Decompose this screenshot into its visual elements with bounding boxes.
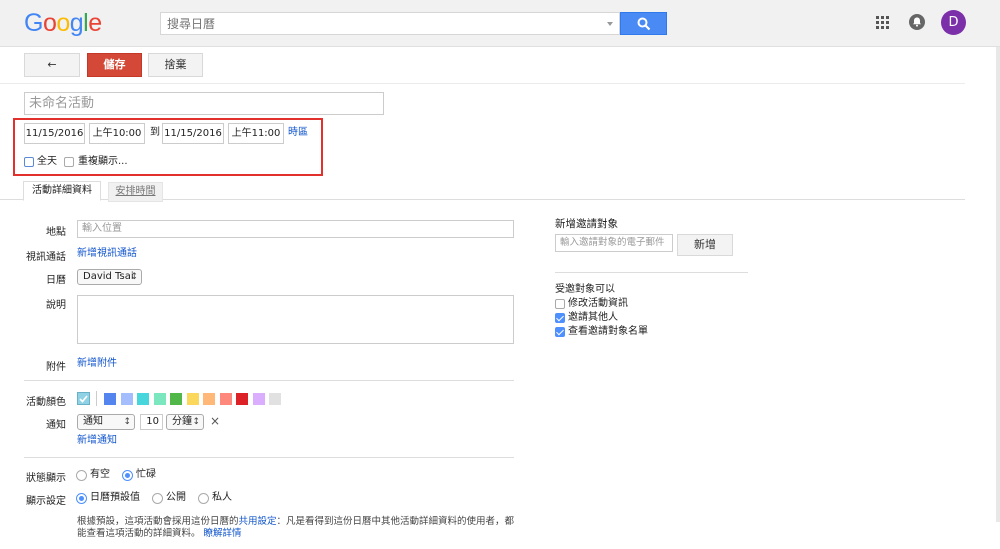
visibility-default-radio[interactable] — [76, 493, 87, 504]
visibility-note-line2: 能查看這項活動的詳細資料。 瞭解詳情 — [77, 527, 242, 541]
color-swatch[interactable] — [186, 393, 199, 405]
to-label: 到 — [150, 127, 160, 138]
bell-icon — [913, 17, 921, 27]
default-color-swatch[interactable] — [77, 392, 90, 405]
calendar-label: 日曆 — [46, 275, 66, 286]
divider — [555, 272, 748, 273]
tab-event-details[interactable]: 活動詳細資料 — [23, 181, 101, 201]
color-swatch[interactable] — [153, 393, 166, 405]
visibility-private-label: 私人 — [212, 492, 232, 503]
end-date-field[interactable]: 11/15/2016 — [162, 123, 224, 144]
video-call-label: 視訊通話 — [26, 252, 66, 263]
guest-email-input[interactable]: 輸入邀請對象的電子郵件 — [555, 234, 673, 252]
visibility-private-radio[interactable] — [198, 493, 209, 504]
apps-grid-icon[interactable] — [876, 16, 889, 29]
description-label: 說明 — [46, 300, 66, 311]
chevron-down-icon[interactable] — [607, 22, 613, 26]
repeat-checkbox[interactable] — [64, 157, 74, 167]
color-swatch[interactable] — [104, 393, 116, 405]
search-icon — [637, 17, 651, 31]
google-logo[interactable]: Google — [24, 9, 102, 38]
timezone-link[interactable]: 時區 — [288, 126, 308, 140]
perm-invite-label: 邀請其他人 — [568, 312, 618, 323]
end-time-field[interactable]: 上午11:00 — [228, 123, 284, 144]
search-box[interactable] — [160, 12, 620, 35]
visibility-note-text: 根據預設，這項活動會採用這份日曆的 — [77, 516, 239, 527]
color-swatch[interactable] — [219, 393, 232, 405]
repeat-label: 重複顯示... — [78, 156, 128, 167]
reminder-label: 通知 — [46, 420, 66, 431]
status-busy-label: 忙碌 — [136, 469, 156, 480]
location-input[interactable]: 輸入位置 — [77, 220, 514, 238]
location-label: 地點 — [46, 227, 66, 238]
search-input[interactable] — [161, 13, 591, 34]
search-button[interactable] — [620, 12, 667, 35]
back-button[interactable]: ← — [24, 53, 80, 77]
color-swatch[interactable] — [269, 393, 281, 405]
add-guests-title: 新增邀請對象 — [555, 218, 618, 230]
divider — [24, 380, 514, 381]
visibility-public-label: 公開 — [166, 492, 186, 503]
reminder-value-input[interactable]: 10 — [140, 414, 163, 430]
calendar-select[interactable]: David Tsai — [77, 269, 142, 285]
all-day-checkbox[interactable] — [24, 157, 34, 167]
visibility-default-label: 日曆預設值 — [90, 492, 140, 503]
top-bar: Google D — [0, 0, 1000, 47]
status-free-label: 有空 — [90, 469, 110, 480]
reminder-unit-select[interactable]: 分鐘 — [166, 414, 204, 430]
color-separator — [96, 391, 97, 406]
start-time-field[interactable]: 上午10:00 — [89, 123, 145, 144]
perm-modify-checkbox[interactable] — [555, 299, 565, 309]
add-attachment-link[interactable]: 新增附件 — [77, 357, 117, 371]
add-reminder-link[interactable]: 新增通知 — [77, 434, 117, 448]
action-bar: ← 儲存 捨棄 — [0, 48, 965, 84]
discard-button[interactable]: 捨棄 — [148, 53, 203, 77]
status-label: 狀態顯示 — [26, 473, 66, 484]
color-swatch[interactable] — [137, 393, 149, 405]
status-busy-radio[interactable] — [122, 470, 133, 481]
save-button[interactable]: 儲存 — [87, 53, 142, 77]
status-free-radio[interactable] — [76, 470, 87, 481]
sharing-settings-link[interactable]: 共用設定 — [239, 516, 277, 527]
visibility-public-radio[interactable] — [152, 493, 163, 504]
notifications-bell-icon[interactable] — [909, 14, 925, 30]
visibility-note-text: ：凡是看得到這份日曆中其他活動詳細資料的使用者，都 — [276, 516, 515, 527]
tab-find-a-time[interactable]: 安排時間 — [108, 182, 163, 202]
event-title-input[interactable]: 未命名活動 — [24, 92, 384, 115]
color-swatch[interactable] — [236, 393, 248, 405]
perm-invite-checkbox[interactable] — [555, 313, 565, 323]
remove-reminder-icon[interactable]: × — [210, 414, 220, 428]
reminder-type-select[interactable]: 通知 — [77, 414, 135, 430]
visibility-note-text: 能查看這項活動的詳細資料。 — [77, 528, 201, 539]
check-icon — [79, 395, 88, 403]
perm-see-list-label: 查看邀請對象名單 — [568, 326, 648, 337]
avatar[interactable]: D — [941, 10, 966, 35]
learn-more-link[interactable]: 瞭解詳情 — [204, 528, 242, 539]
guests-can-title: 受邀對象可以 — [555, 284, 615, 295]
attachment-label: 附件 — [46, 362, 66, 373]
color-swatch[interactable] — [203, 393, 215, 405]
color-swatch[interactable] — [252, 393, 265, 405]
description-textarea[interactable] — [77, 295, 514, 344]
color-swatch[interactable] — [120, 393, 133, 405]
start-date-field[interactable]: 11/15/2016 — [24, 123, 85, 144]
divider — [24, 457, 514, 458]
perm-see-list-checkbox[interactable] — [555, 327, 565, 337]
add-guest-button[interactable]: 新增 — [677, 234, 733, 256]
perm-modify-label: 修改活動資訊 — [568, 298, 628, 309]
vertical-scrollbar[interactable] — [996, 47, 1000, 522]
add-video-call-link[interactable]: 新增視訊通話 — [77, 247, 137, 261]
visibility-label: 顯示設定 — [26, 496, 66, 507]
all-day-label: 全天 — [37, 156, 57, 167]
color-swatch[interactable] — [170, 393, 182, 405]
event-color-label: 活動顏色 — [26, 397, 66, 408]
